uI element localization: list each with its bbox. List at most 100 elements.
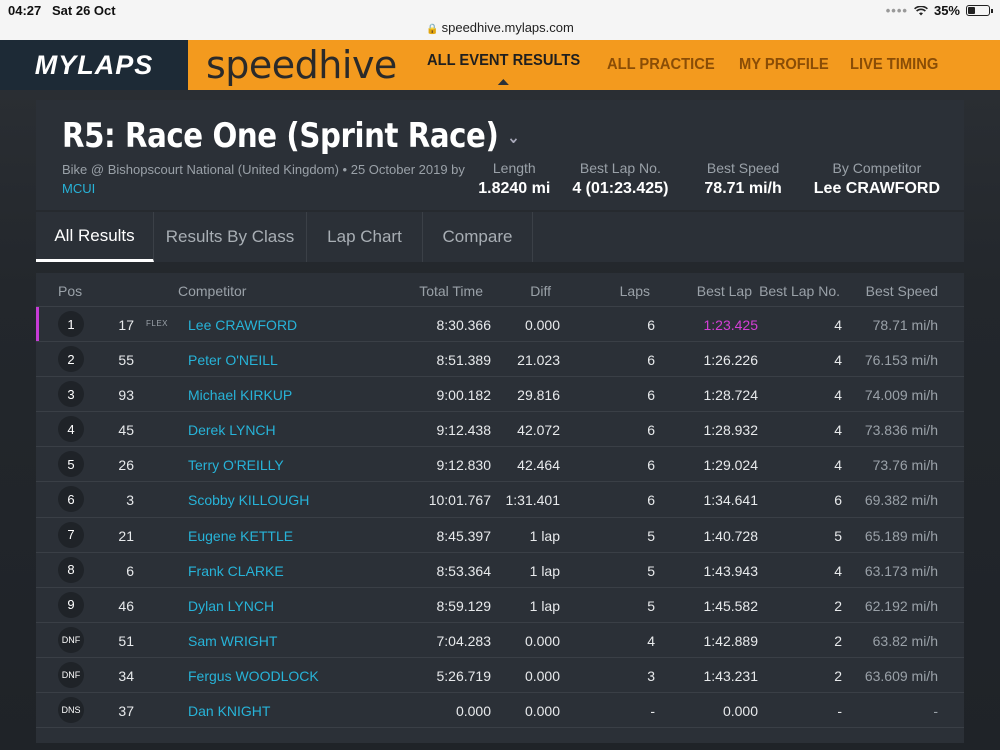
mylaps-logo[interactable]: MYLAPS — [0, 40, 188, 90]
stat-label: Best Speed — [706, 160, 780, 176]
competitor-link[interactable]: Terry O'REILLY — [188, 457, 284, 473]
address-bar[interactable]: 🔒 speedhive.mylaps.com — [0, 20, 1000, 35]
lock-icon: 🔒 — [426, 24, 439, 35]
tab-lap-chart[interactable]: Lap Chart — [307, 212, 423, 262]
position-badge: DNF — [58, 626, 84, 653]
competitor-link[interactable]: Eugene KETTLE — [188, 528, 293, 544]
best-lap: 1:26.226 — [703, 352, 759, 369]
best-lap-no: 2 — [834, 597, 842, 614]
chevron-down-icon[interactable]: ⌄ — [507, 127, 520, 148]
header-best-speed[interactable]: Best Speed — [866, 283, 938, 299]
total-time: 8:59.129 — [436, 597, 492, 614]
best-speed: 63.173 mi/h — [864, 562, 938, 579]
stat-value: 78.71 mi/h — [704, 180, 782, 197]
competitor-link[interactable]: Scobby KILLOUGH — [188, 492, 309, 508]
best-speed: 76.153 mi/h — [864, 352, 938, 369]
laps: 6 — [647, 492, 655, 509]
competitor-link[interactable]: Fergus WOODLOCK — [188, 668, 319, 684]
event-header: R5: Race One (Sprint Race) ⌄ Bike @ Bisho… — [36, 100, 964, 210]
tab-all-results[interactable]: All Results — [36, 212, 154, 262]
diff: 0.000 — [524, 667, 560, 684]
header-competitor[interactable]: Competitor — [178, 283, 246, 299]
laps: - — [650, 703, 655, 720]
diff: 0.000 — [524, 632, 560, 649]
total-time: 8:45.397 — [436, 527, 492, 544]
event-description: Bike @ Bishopscourt National (United Kin… — [62, 162, 465, 177]
header-best-lap-no[interactable]: Best Lap No. — [759, 283, 840, 299]
diff: 1 lap — [529, 527, 560, 544]
table-row[interactable]: 6 3 Scobby KILLOUGH 10:01.767 1:31.401 6 1:34.… — [36, 482, 964, 518]
total-time: 8:51.389 — [436, 352, 492, 369]
table-row[interactable]: 3 93 Michael KIRKUP 9:00.182 29.816 6 1:28.724… — [36, 377, 964, 413]
nav-live-timing[interactable]: LIVE TIMING — [850, 56, 938, 74]
stat-value: Lee CRAWFORD — [813, 180, 940, 197]
battery-percent: 35% — [933, 3, 960, 18]
best-lap: 1:43.943 — [703, 562, 759, 579]
speedhive-logo[interactable]: speedhive — [206, 43, 397, 87]
table-row[interactable]: 9 46 Dylan LYNCH 8:59.129 1 lap 5 1:45.582 2 62.… — [36, 588, 964, 623]
position-badge: 7 — [58, 521, 84, 548]
race-number: 51 — [118, 632, 134, 649]
laps: 5 — [647, 562, 655, 579]
best-lap-no: 2 — [834, 632, 842, 649]
competitor-link[interactable]: Peter O'NEILL — [188, 352, 278, 368]
organizer-link[interactable]: MCUI — [62, 181, 95, 196]
table-row[interactable]: 7 21 Eugene KETTLE 8:45.397 1 lap 5 1:40.728 5 6… — [36, 518, 964, 553]
race-number: 26 — [118, 457, 134, 474]
table-row[interactable]: 8 6 Frank CLARKE 8:53.364 1 lap 5 1:43.943 4 63.… — [36, 553, 964, 588]
race-number: 21 — [118, 527, 134, 544]
competitor-link[interactable]: Sam WRIGHT — [188, 633, 277, 649]
race-number: 17 — [118, 317, 134, 333]
table-row[interactable]: 2 55 Peter O'NEILL 8:51.389 21.023 6 1:26.226 4… — [36, 342, 964, 378]
header-total-time[interactable]: Total Time — [419, 283, 483, 299]
laps: 3 — [647, 667, 655, 684]
competitor-link[interactable]: Derek LYNCH — [188, 422, 276, 438]
total-time: 8:53.364 — [436, 562, 492, 579]
diff: 21.023 — [517, 352, 560, 369]
nav-my-profile[interactable]: MY PROFILE — [739, 56, 829, 74]
header-best-lap[interactable]: Best Lap — [697, 283, 752, 299]
competitor-link[interactable]: Dylan LYNCH — [188, 598, 274, 614]
table-row[interactable]: DNF 51 Sam WRIGHT 7:04.283 0.000 4 1:42.889 2 63… — [36, 623, 964, 658]
speedhive-bar: speedhive ALL EVENT RESULTS ALL PRACTICE… — [188, 40, 1000, 90]
race-number: 6 — [126, 562, 134, 579]
table-row[interactable]: DNS 37 Dan KNIGHT 0.000 0.000 - 0.000 - - — [36, 693, 964, 729]
tab-results-by-class[interactable]: Results By Class — [154, 212, 307, 262]
laps: 6 — [647, 352, 655, 369]
best-lap: 1:28.724 — [703, 387, 759, 404]
best-lap-no: 4 — [834, 352, 842, 369]
competitor-link[interactable]: Dan KNIGHT — [188, 703, 270, 719]
diff: 29.816 — [517, 387, 560, 404]
race-number: 46 — [118, 597, 134, 614]
position-badge: 6 — [58, 486, 84, 513]
competitor-link[interactable]: Frank CLARKE — [188, 563, 284, 579]
laps: 5 — [647, 527, 655, 544]
wifi-icon — [914, 5, 928, 15]
best-lap: 1:42.889 — [703, 632, 759, 649]
header-laps[interactable]: Laps — [620, 283, 650, 299]
position-badge: DNS — [58, 697, 84, 724]
table-row[interactable]: 1 17 FLEX Lee CRAWFORD 8:30.366 0.000 6 1:23.42… — [36, 307, 964, 343]
competitor-link[interactable]: Michael KIRKUP — [188, 387, 292, 403]
best-lap-no: 2 — [834, 667, 842, 684]
tab-compare[interactable]: Compare — [423, 212, 533, 262]
event-subtitle: Bike @ Bishopscourt National (United Kin… — [62, 160, 502, 198]
total-time: 9:00.182 — [436, 387, 492, 404]
table-row[interactable]: DNF 34 Fergus WOODLOCK 5:26.719 0.000 3 1:43.2… — [36, 658, 964, 694]
race-number: 55 — [118, 352, 134, 369]
battery-icon — [966, 5, 993, 16]
best-lap-no: - — [837, 703, 842, 720]
best-speed: 63.609 mi/h — [864, 667, 938, 684]
table-row[interactable]: 4 45 Derek LYNCH 9:12.438 42.072 6 1:28.932 4 73… — [36, 412, 964, 448]
nav-all-event-results[interactable]: ALL EVENT RESULTS — [427, 52, 580, 79]
table-row[interactable]: 5 26 Terry O'REILLY 9:12.830 42.464 6 1:29.024… — [36, 447, 964, 483]
table-body: 1 17 FLEX Lee CRAWFORD 8:30.366 0.000 6 1:23.42… — [36, 307, 964, 729]
nav-all-practice[interactable]: ALL PRACTICE — [607, 56, 715, 74]
best-speed: 69.382 mi/h — [864, 492, 938, 509]
header-diff[interactable]: Diff — [530, 283, 551, 299]
competitor-link[interactable]: Lee CRAWFORD — [188, 317, 297, 333]
page-title[interactable]: R5: Race One (Sprint Race) ⌄ — [62, 116, 520, 156]
position-badge: 5 — [58, 451, 84, 478]
race-number: 37 — [118, 703, 134, 720]
header-pos[interactable]: Pos — [58, 283, 82, 299]
